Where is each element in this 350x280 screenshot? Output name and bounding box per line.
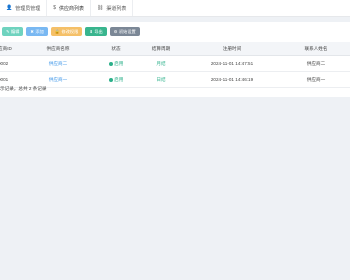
status-text: 启用 xyxy=(114,76,124,82)
dollar-icon: $ xyxy=(53,5,57,11)
permission-button[interactable]: 🔒 修改权限 xyxy=(50,27,83,36)
cell-id: 0002 xyxy=(0,55,25,72)
init-settings-button[interactable]: ⚙ 初始设置 xyxy=(109,27,140,36)
cell-time: 2024-11-01 14:47:51 xyxy=(181,55,283,72)
cell-time: 2024-11-01 14:46:19 xyxy=(181,71,283,88)
tab-admin-management[interactable]: 👤 管理员管理 xyxy=(0,0,48,16)
tab-label: 渠道列表 xyxy=(106,5,127,12)
pencil-icon: ✎ xyxy=(6,29,10,34)
supplier-table: 应商ID 供应商名称 状态 结算周期 注册时间 联系人姓名 联 0002 供应商… xyxy=(0,42,350,88)
supplier-name-link[interactable]: 供应商二 xyxy=(49,61,67,66)
column-header-status[interactable]: 状态 xyxy=(91,42,141,56)
add-button[interactable]: ✖ 添加 xyxy=(26,27,48,36)
tab-bar: 👤 管理员管理 $ 供应商列表 ⛓ 渠道列表 xyxy=(0,0,350,17)
status-dot-icon xyxy=(108,77,113,82)
lock-icon: 🔒 xyxy=(54,28,61,34)
column-header-id[interactable]: 应商ID xyxy=(0,42,25,56)
column-header-cycle[interactable]: 结算周期 xyxy=(141,42,181,56)
status-badge: 启用 xyxy=(108,60,124,67)
table-row[interactable]: 0001 供应商一 启用 日结 2024-11-01 14:46:19 供应商一… xyxy=(0,71,350,88)
status-badge: 启用 xyxy=(108,76,124,83)
button-label: 初始设置 xyxy=(118,28,136,34)
cell-cycle: 日结 xyxy=(156,76,166,82)
button-label: 导出 xyxy=(94,28,103,34)
export-button[interactable]: ⬇ 导出 xyxy=(85,27,107,36)
button-label: 添加 xyxy=(35,28,44,34)
supplier-name-link[interactable]: 供应商一 xyxy=(49,77,67,82)
cell-contact: 供应商一 xyxy=(283,71,349,88)
cell-cycle: 月结 xyxy=(156,60,166,66)
table-header-row: 应商ID 供应商名称 状态 结算周期 注册时间 联系人姓名 联 xyxy=(0,42,350,56)
pagination-summary: 示记录，总共 2 条记录 xyxy=(0,86,47,91)
content-panel: ✎ 编辑 ✖ 添加 🔒 修改权限 ⬇ 导出 ⚙ 初始设置 应商ID 供应商名称 … xyxy=(0,22,350,97)
status-dot-icon xyxy=(108,61,113,66)
button-label: 编辑 xyxy=(11,28,20,34)
table-row[interactable]: 0002 供应商二 启用 月结 2024-11-01 14:47:51 供应商二… xyxy=(0,55,350,72)
button-label: 修改权限 xyxy=(61,28,79,34)
tab-label: 供应商列表 xyxy=(59,5,85,12)
column-header-name[interactable]: 供应商名称 xyxy=(25,42,91,56)
download-icon: ⬇ xyxy=(89,29,93,34)
close-icon: ✖ xyxy=(30,29,34,34)
column-header-contact[interactable]: 联系人姓名 xyxy=(283,42,349,56)
settings-icon: ⚙ xyxy=(113,29,118,34)
sitemap-icon: ⛓ xyxy=(97,5,104,11)
cell-contact: 供应商二 xyxy=(283,55,349,72)
edit-button[interactable]: ✎ 编辑 xyxy=(2,27,24,36)
tab-label: 管理员管理 xyxy=(15,5,41,12)
tab-channel-list[interactable]: ⛓ 渠道列表 xyxy=(91,0,134,16)
column-header-time[interactable]: 注册时间 xyxy=(181,42,283,56)
tab-supplier-list[interactable]: $ 供应商列表 xyxy=(47,0,92,16)
person-icon: 👤 xyxy=(6,5,13,11)
status-text: 启用 xyxy=(114,60,124,66)
toolbar: ✎ 编辑 ✖ 添加 🔒 修改权限 ⬇ 导出 ⚙ 初始设置 xyxy=(2,27,140,36)
